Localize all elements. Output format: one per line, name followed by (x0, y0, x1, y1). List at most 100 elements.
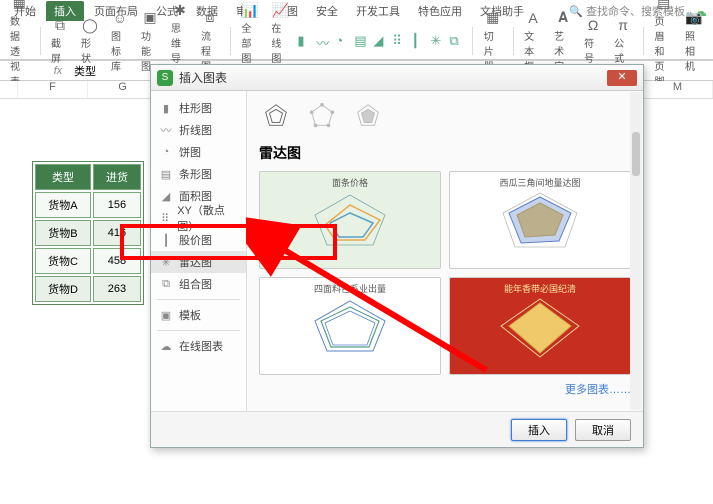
symbol-button[interactable]: Ω符号 (580, 16, 606, 65)
cell[interactable]: 货物D (35, 276, 91, 302)
fx-icon[interactable]: fx (48, 65, 68, 77)
chart-thumb-3[interactable]: 四面料色系业出量 (259, 277, 441, 375)
radar-type-filled[interactable] (351, 101, 385, 131)
headerfooter-icon: ▤ (655, 0, 673, 12)
table-row[interactable]: 货物D263 (35, 276, 141, 302)
tab-security[interactable]: 安全 (308, 1, 346, 21)
slicer-button[interactable]: ▦切片器 (480, 9, 506, 73)
chart-mini-scatter-icon[interactable]: ⠿ (392, 33, 408, 49)
chart-thumb-2[interactable]: 西瓜三角间地量达图 (449, 171, 631, 269)
icons-label: 图标库 (111, 28, 129, 73)
chart-mini-line-icon[interactable]: 〰 (316, 33, 332, 49)
cat-column[interactable]: ▮柱形图 (151, 97, 246, 119)
col-header[interactable]: M (643, 81, 713, 98)
cell[interactable]: 458 (93, 248, 141, 274)
close-button[interactable]: ✕ (607, 70, 637, 86)
table-row[interactable]: 货物C458 (35, 248, 141, 274)
textbox-button[interactable]: A文本框 (520, 9, 546, 73)
template-icon: ▣ (159, 308, 173, 322)
pie-chart-icon: ◔ (159, 145, 173, 159)
tab-devtools[interactable]: 开发工具 (348, 1, 408, 21)
cat-label: 组合图 (179, 276, 212, 292)
category-list: ▮柱形图 〰折线图 ◔饼图 ▤条形图 ◢面积图 ⠿XY（散点图） ┃股价图 ✳雷… (151, 91, 247, 411)
cat-label: 模板 (179, 307, 201, 323)
th-type[interactable]: 类型 (35, 164, 91, 190)
select-all[interactable] (0, 81, 18, 98)
table-row[interactable]: 货物A156 (35, 192, 141, 218)
tab-special[interactable]: 特色应用 (410, 1, 470, 21)
cat-scatter[interactable]: ⠿XY（散点图） (151, 207, 246, 229)
cat-label: 折线图 (179, 122, 212, 138)
cell[interactable]: 货物B (35, 220, 91, 246)
cat-separator (157, 299, 240, 300)
flowchart-button[interactable]: ⧈流程图 (197, 9, 223, 73)
cell[interactable]: 416 (93, 220, 141, 246)
chart-mini-stock-icon[interactable]: ┃ (411, 33, 427, 49)
chart-thumb-4[interactable]: 能年香带必国纪清 (449, 277, 631, 375)
more-charts-link[interactable]: 更多图表…… (259, 381, 631, 397)
shapes-button[interactable]: ◯形状 (77, 16, 103, 65)
chart-mini-barh-icon[interactable]: ▤ (354, 33, 370, 49)
headerfooter-label: 页眉和页脚 (654, 13, 673, 88)
chart-mini-radar-icon[interactable]: ✳ (430, 33, 446, 49)
table-row[interactable]: 货物B416 (35, 220, 141, 246)
data-table: 类型进货 货物A156 货物B416 货物C458 货物D263 (32, 161, 144, 305)
radar-chart-icon: ✳ (159, 255, 173, 269)
insert-button[interactable]: 插入 (511, 419, 567, 441)
features-button[interactable]: ▣功能图 (137, 9, 163, 73)
textbox-icon: A (524, 9, 542, 27)
cell[interactable]: 货物A (35, 192, 91, 218)
chart-mini-combo-icon[interactable]: ⧉ (449, 33, 465, 49)
chart-mini-pie-icon[interactable]: ◔ (335, 33, 351, 49)
shapes-label: 形状 (81, 35, 99, 65)
screenshot-button[interactable]: ⧉截屏 (47, 16, 73, 65)
scrollbar-thumb[interactable] (632, 132, 640, 176)
radar-type-markers[interactable] (305, 101, 339, 131)
cell[interactable]: 货物C (35, 248, 91, 274)
symbol-label: 符号 (584, 35, 602, 65)
preview-title: 雷达图 (259, 143, 631, 163)
formula-button[interactable]: π公式 (610, 16, 636, 65)
cat-label: 雷达图 (179, 254, 212, 270)
cat-line[interactable]: 〰折线图 (151, 119, 246, 141)
cat-online[interactable]: ☁在线图表 (151, 335, 246, 357)
features-icon: ▣ (141, 9, 159, 27)
symbol-icon: Ω (584, 16, 602, 34)
radar-type-basic[interactable] (259, 101, 293, 131)
dialog-titlebar[interactable]: S 插入图表 ✕ (151, 65, 643, 91)
icons-button[interactable]: ☺图标库 (107, 9, 133, 73)
col-header[interactable]: G (88, 81, 158, 98)
dialog-scrollbar[interactable] (630, 92, 642, 410)
cell[interactable]: 263 (93, 276, 141, 302)
cat-separator (157, 330, 240, 331)
stock-chart-icon: ┃ (159, 233, 173, 247)
chart-mini-area-icon[interactable]: ◢ (373, 33, 389, 49)
cat-label: 饼图 (179, 144, 201, 160)
cancel-button[interactable]: 取消 (575, 419, 631, 441)
chart-mini-bar-icon[interactable]: ▮ (297, 33, 313, 49)
cat-templates[interactable]: ▣ 模板 (151, 304, 246, 326)
cell[interactable]: 156 (93, 192, 141, 218)
icons-icon: ☺ (111, 9, 129, 27)
cat-radar[interactable]: ✳ 雷达图 (151, 251, 246, 273)
pivot-label: 数据透视表 (10, 13, 29, 88)
bar-chart-icon: ▤ (159, 167, 173, 181)
area-chart-icon: ◢ (159, 189, 173, 203)
headerfooter-button[interactable]: ▤页眉和页脚 (650, 0, 677, 88)
th-stock[interactable]: 进货 (93, 164, 141, 190)
col-header[interactable]: F (18, 81, 88, 98)
cat-pie[interactable]: ◔ 饼图 (151, 141, 246, 163)
thumb-caption: 西瓜三角间地量达图 (499, 176, 580, 189)
wordart-button[interactable]: 𝐀艺术字 (550, 9, 576, 73)
wordart-icon: 𝐀 (554, 9, 572, 27)
pivot-button[interactable]: ▦数据透视表 (6, 0, 33, 88)
cat-bar[interactable]: ▤条形图 (151, 163, 246, 185)
chart-thumb-1[interactable]: 面条价格 (259, 171, 441, 269)
cat-label: XY（散点图） (177, 202, 238, 234)
allcharts-icon: 📊 (241, 1, 259, 19)
camera-button[interactable]: 📷照相机 (681, 9, 707, 73)
cat-combo[interactable]: ⧉组合图 (151, 273, 246, 295)
onlinechart-icon: 📈 (271, 1, 289, 19)
mindmap-icon: ✱ (171, 1, 189, 19)
formula-value[interactable]: 类型 (68, 63, 96, 79)
